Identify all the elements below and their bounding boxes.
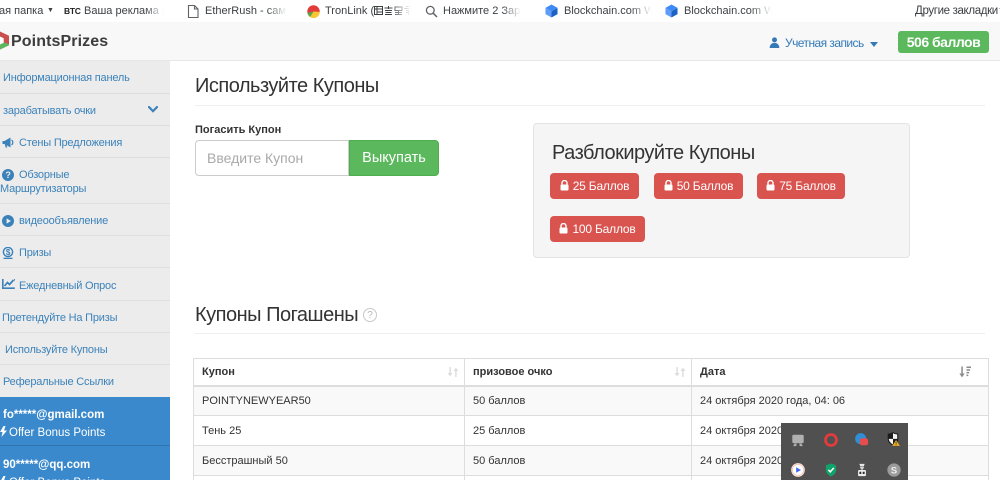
svg-text:S: S (890, 466, 897, 477)
svg-text:?: ? (5, 170, 10, 180)
